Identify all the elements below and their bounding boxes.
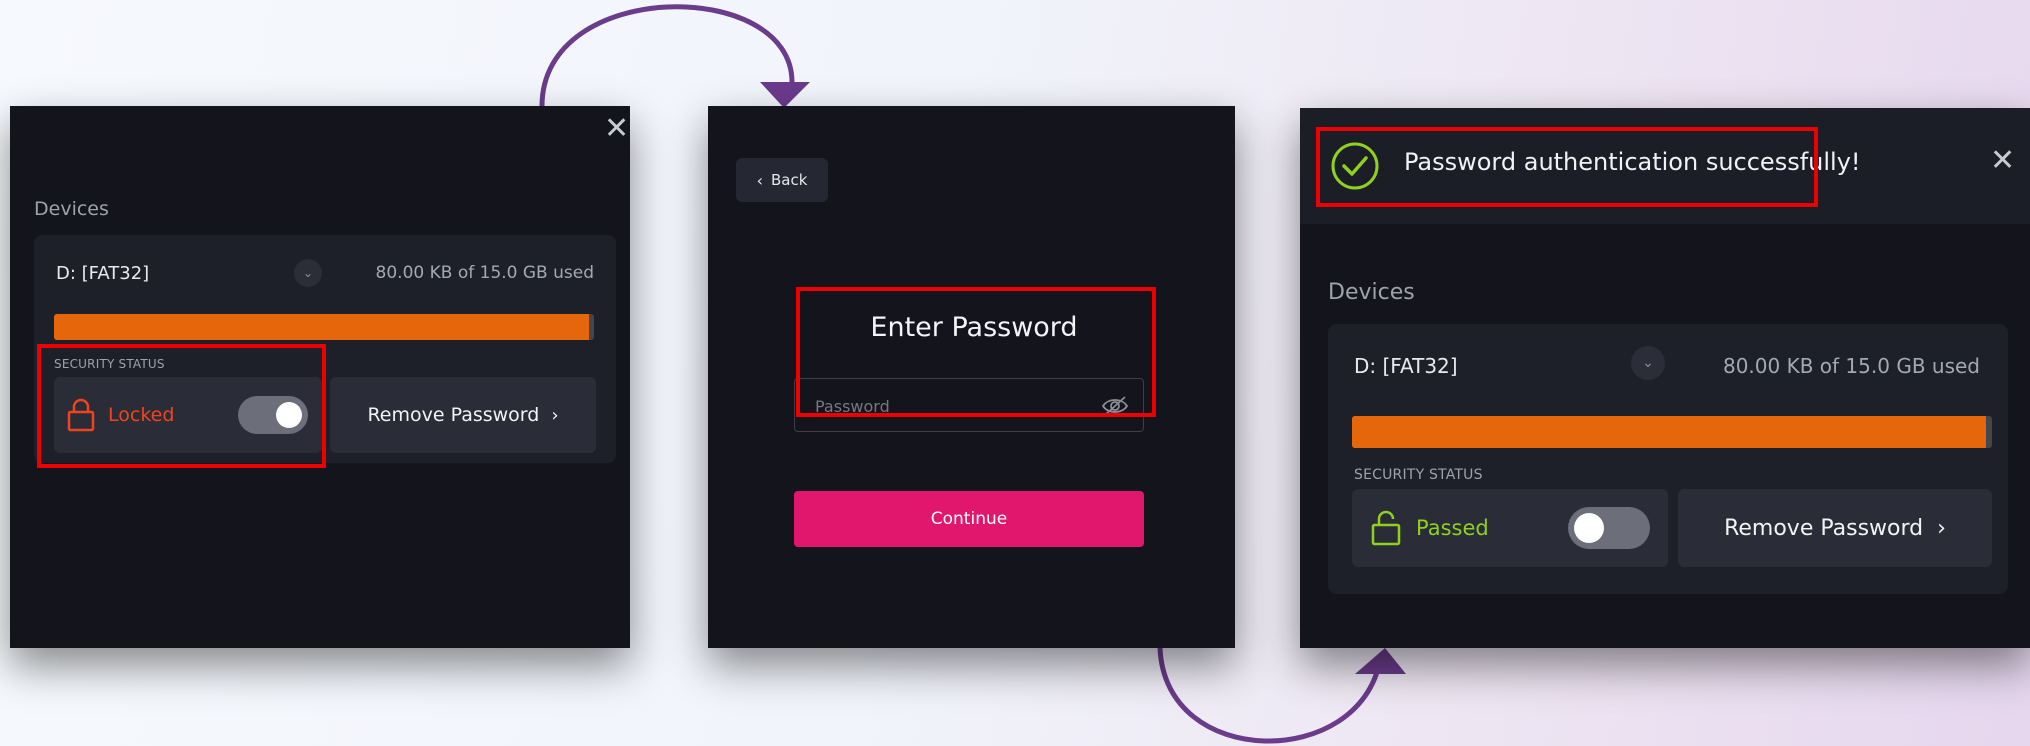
- usage-progress-fill: [54, 314, 589, 340]
- chevron-left-icon: ‹: [756, 170, 763, 190]
- device-panel-locked: ✕ Devices D: [FAT32] ⌄ 80.00 KB of 15.0 …: [10, 106, 630, 648]
- toggle-knob: [1574, 513, 1604, 543]
- remove-password-label: Remove Password: [367, 404, 540, 426]
- status-row: Passed: [1370, 507, 1489, 549]
- device-panel-passed: Password authentication successfully! ✕ …: [1300, 108, 2030, 648]
- devices-label: Devices: [1328, 280, 1415, 305]
- eye-off-icon[interactable]: [1101, 394, 1129, 418]
- continue-button[interactable]: Continue: [794, 491, 1144, 547]
- devices-label: Devices: [34, 198, 109, 220]
- dialog-title: Enter Password: [870, 312, 1078, 343]
- status-row: Locked: [66, 395, 174, 435]
- drive-name: D: [FAT32]: [56, 263, 150, 284]
- usage-progress-fill: [1352, 416, 1986, 448]
- security-status-box: Passed: [1352, 489, 1668, 567]
- unlock-icon: [1371, 510, 1401, 546]
- close-icon[interactable]: ✕: [604, 114, 629, 144]
- password-field: [794, 378, 1144, 433]
- back-label: Back: [770, 171, 808, 189]
- device-card: D: [FAT32] ⌄ 80.00 KB of 15.0 GB used SE…: [34, 235, 616, 463]
- chevron-down-icon[interactable]: ⌄: [1631, 346, 1665, 380]
- close-icon[interactable]: ✕: [1990, 146, 2015, 176]
- remove-password-label: Remove Password: [1724, 515, 1924, 541]
- drive-name: D: [FAT32]: [1354, 354, 1458, 378]
- security-status-box: Locked: [54, 377, 322, 453]
- flow-arrow-bottom-head: [1355, 648, 1406, 674]
- toggle-knob: [276, 402, 302, 428]
- security-status-label: SECURITY STATUS: [1354, 467, 1483, 483]
- remove-password-button[interactable]: Remove Password ›: [330, 377, 596, 453]
- password-input[interactable]: [795, 379, 1107, 433]
- flow-arrow-top: [539, 4, 795, 107]
- password-dialog: ‹ Back Enter Password Continue: [708, 106, 1235, 648]
- usage-progress-bar: [54, 314, 594, 340]
- back-button[interactable]: ‹ Back: [736, 158, 828, 202]
- flow-arrow-top-head: [760, 82, 810, 108]
- usage-text: 80.00 KB of 15.0 GB used: [375, 263, 594, 283]
- continue-label: Continue: [930, 509, 1008, 529]
- flow-arrow-bottom: [1157, 647, 1383, 744]
- security-toggle[interactable]: [1568, 507, 1650, 549]
- remove-password-button[interactable]: Remove Password ›: [1678, 489, 1992, 567]
- device-card: D: [FAT32] ⌄ 80.00 KB of 15.0 GB used SE…: [1328, 324, 2008, 594]
- chevron-right-icon: ›: [1937, 515, 1946, 541]
- status-text: Passed: [1416, 516, 1489, 540]
- security-status-label: SECURITY STATUS: [54, 357, 165, 371]
- lock-icon: [67, 398, 95, 432]
- usage-progress-bar: [1352, 416, 1992, 448]
- success-toast: Password authentication successfully! ✕: [1300, 108, 2030, 224]
- security-toggle[interactable]: [238, 396, 308, 434]
- status-text: Locked: [108, 404, 175, 426]
- chevron-right-icon: ›: [551, 404, 559, 426]
- usage-text: 80.00 KB of 15.0 GB used: [1722, 354, 1980, 378]
- check-circle-icon: [1331, 142, 1379, 190]
- toast-message: Password authentication successfully!: [1404, 148, 1861, 176]
- chevron-down-icon[interactable]: ⌄: [294, 259, 322, 287]
